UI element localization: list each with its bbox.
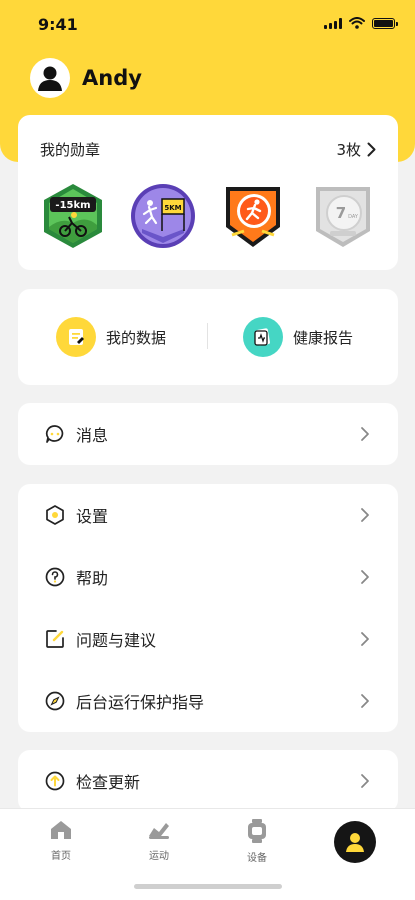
report-icon [243, 317, 283, 357]
user-icon [346, 833, 364, 852]
help-icon [45, 567, 65, 587]
status-icons [324, 17, 398, 29]
medal-4-subtext: DAY [348, 214, 359, 220]
tab-device[interactable]: 设备 [227, 819, 287, 864]
sport-shoe-icon [149, 823, 169, 839]
wifi-icon [349, 17, 365, 29]
menu-item-background-guide[interactable]: 后台运行保护指导 [18, 670, 398, 732]
menu-item-check-update[interactable]: 检查更新 [18, 750, 398, 812]
user-icon [38, 66, 62, 91]
username[interactable]: Andy [82, 66, 142, 90]
tab-home[interactable]: 首页 [31, 819, 91, 862]
medal-header[interactable]: 我的勋章 3枚 [40, 139, 376, 160]
avatar[interactable] [30, 58, 70, 98]
menu-item-settings[interactable]: 设置 [18, 484, 398, 546]
menu-label-check-update: 检查更新 [76, 773, 141, 792]
compass-icon [45, 691, 65, 711]
tab-sport[interactable]: 运动 [129, 819, 189, 862]
status-time: 9:41 [38, 15, 78, 34]
menu-item-feedback[interactable]: 问题与建议 [18, 608, 398, 670]
chat-bubble-icon [45, 425, 64, 443]
gear-icon [46, 505, 64, 525]
tab-device-label: 设备 [247, 853, 267, 864]
menu-label-feedback: 问题与建议 [76, 631, 157, 650]
tab-sport-label: 运动 [149, 851, 169, 862]
running-medal-icon[interactable]: 5KM [128, 181, 198, 251]
settings-card: 设置 帮助 问题与建议 后台运行保护指导 [18, 484, 398, 732]
home-indicator [134, 884, 282, 889]
medal-count-label: 3枚 [336, 141, 361, 159]
medal-title: 我的勋章 [40, 141, 101, 159]
battery-icon [372, 17, 398, 29]
update-card: 检查更新 [18, 750, 398, 812]
home-icon [51, 821, 71, 839]
medal-4-number: 7 [336, 204, 346, 222]
chevron-right-icon [361, 427, 369, 441]
cycling-medal-icon[interactable]: -15km [38, 181, 108, 251]
status-bar: 9:41 [0, 0, 415, 48]
menu-label-settings: 设置 [76, 507, 109, 526]
chevron-right-icon [361, 570, 369, 584]
health-report-button[interactable]: 健康报告 [243, 289, 353, 385]
menu-label-messages: 消息 [76, 426, 109, 445]
quick-links-card: 我的数据 健康报告 [18, 289, 398, 385]
document-icon [56, 317, 96, 357]
my-data-button[interactable]: 我的数据 [56, 289, 166, 385]
update-icon [45, 771, 65, 791]
medal-2-text: 5KM [164, 204, 181, 212]
health-report-label: 健康报告 [293, 328, 354, 347]
tab-me[interactable] [334, 821, 376, 863]
menu-label-background-guide: 后台运行保护指导 [76, 693, 205, 712]
signal-icon [324, 17, 342, 29]
medal-card[interactable]: 我的勋章 3枚 -15km 5KM 7 DAY [18, 115, 398, 270]
edit-icon [46, 630, 64, 648]
locked-7day-medal-icon[interactable]: 7 DAY [308, 181, 378, 251]
chevron-right-icon [361, 694, 369, 708]
runner-medal-icon[interactable] [218, 181, 288, 251]
profile[interactable]: Andy [30, 58, 142, 98]
divider [207, 323, 208, 349]
menu-item-messages[interactable]: 消息 [18, 403, 398, 465]
tab-home-label: 首页 [51, 851, 71, 862]
medal-count[interactable]: 3枚 [336, 139, 376, 160]
my-data-label: 我的数据 [106, 328, 167, 347]
chevron-right-icon [361, 774, 369, 788]
menu-label-help: 帮助 [76, 569, 109, 588]
chevron-right-icon [361, 632, 369, 646]
menu-item-help[interactable]: 帮助 [18, 546, 398, 608]
chevron-right-icon [361, 508, 369, 522]
medal-list: -15km 5KM 7 DAY [38, 181, 378, 251]
medal-1-text: -15km [55, 200, 90, 211]
messages-card: 消息 [18, 403, 398, 465]
chevron-right-icon [367, 142, 376, 157]
watch-icon [248, 819, 266, 843]
